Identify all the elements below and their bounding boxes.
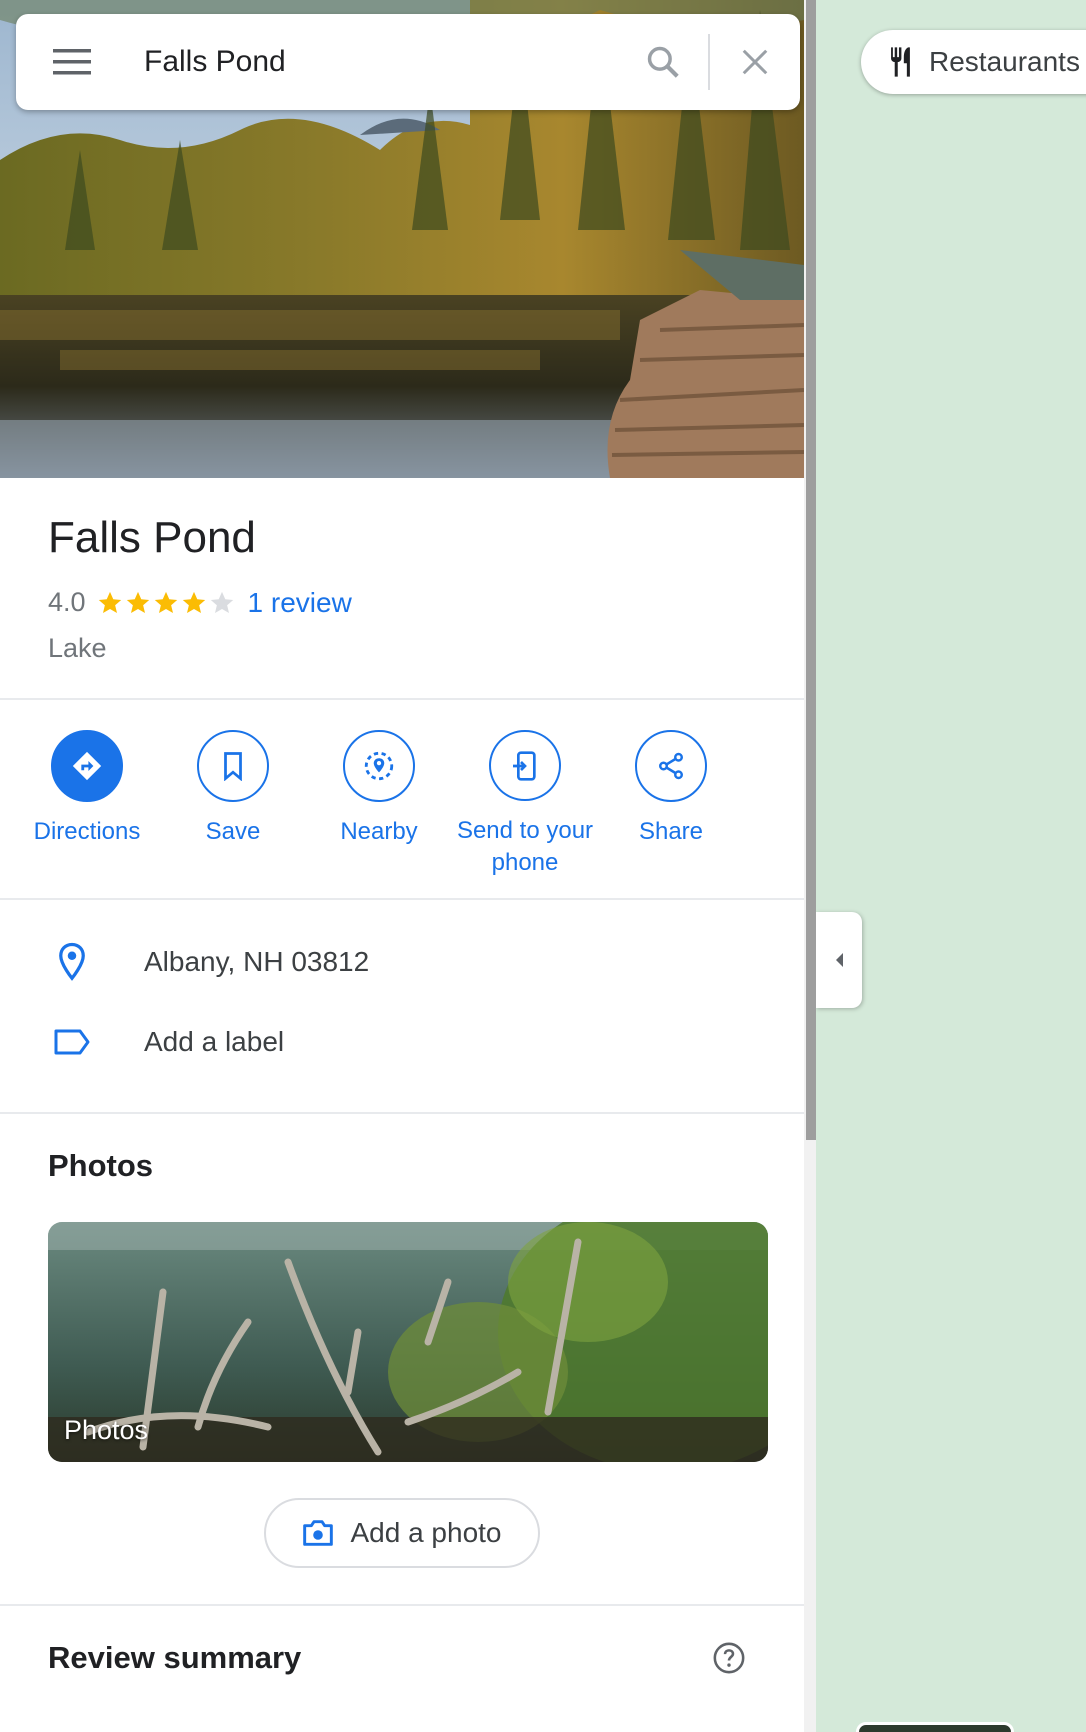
nearby-button[interactable]: Nearby <box>306 729 452 878</box>
search-button[interactable] <box>618 14 708 110</box>
nearby-icon <box>364 751 394 780</box>
clear-search-button[interactable] <box>710 14 800 110</box>
star-filled-icon <box>98 591 121 613</box>
directions-button[interactable]: Directions <box>14 729 160 878</box>
star-empty-icon <box>210 591 233 613</box>
camera-icon <box>303 1519 334 1546</box>
star-filled-icon <box>154 591 177 613</box>
help-icon[interactable] <box>712 1641 746 1675</box>
address-text: Albany, NH 03812 <box>144 945 370 977</box>
collapse-panel-button[interactable] <box>816 912 862 1008</box>
chevron-left-icon <box>836 953 843 967</box>
search-icon <box>647 46 679 78</box>
send-to-phone-icon <box>513 750 536 781</box>
map-thumbnail[interactable] <box>856 1722 1014 1732</box>
star-rating <box>96 589 236 617</box>
nearby-label: Nearby <box>340 817 418 845</box>
place-header: Falls Pond 4.0 1 review Lake <box>0 478 804 700</box>
add-label-text: Add a label <box>144 1025 285 1057</box>
send-to-phone-circle <box>489 729 561 802</box>
place-panel: Falls Pond 4.0 1 review Lake Directions <box>0 0 804 1732</box>
restaurant-icon <box>891 47 910 77</box>
rating-value: 4.0 <box>48 587 86 618</box>
share-button[interactable]: Share <box>598 729 744 878</box>
hamburger-menu-icon <box>53 49 91 75</box>
review-summary-title: Review summary <box>48 1639 302 1675</box>
add-label-row[interactable]: Add a label <box>0 1002 804 1082</box>
place-category: Lake <box>48 632 107 663</box>
add-photo-label: Add a photo <box>350 1516 502 1548</box>
reviews-link[interactable]: 1 review <box>248 587 352 619</box>
place-title: Falls Pond <box>48 513 256 562</box>
restaurants-chip-label: Restaurants <box>929 46 1080 77</box>
photos-card-caption: Photos <box>64 1414 149 1445</box>
bookmark-icon <box>224 751 242 781</box>
panel-scrollbar[interactable] <box>804 0 816 1732</box>
nearby-circle <box>343 729 415 802</box>
location-pin-icon <box>59 942 85 981</box>
directions-icon <box>72 751 102 780</box>
photos-card[interactable]: Photos <box>48 1221 768 1462</box>
hero-photo[interactable] <box>0 0 804 478</box>
action-bar: Directions Save Nearby Send to your phon… <box>0 700 804 900</box>
close-icon <box>742 49 768 75</box>
save-circle <box>197 729 269 802</box>
save-button[interactable]: Save <box>160 729 306 878</box>
search-box <box>16 14 800 110</box>
add-photo-button[interactable]: Add a photo <box>264 1497 540 1568</box>
restaurants-chip[interactable]: Restaurants <box>861 30 1086 94</box>
review-summary-section: Review summary <box>0 1606 804 1710</box>
share-label: Share <box>638 817 704 845</box>
photos-section: Photos Photos Add a photo <box>0 1114 804 1606</box>
label-icon <box>54 1029 90 1055</box>
share-circle <box>635 729 707 802</box>
save-label: Save <box>205 817 261 845</box>
search-input[interactable] <box>128 45 618 79</box>
send-to-phone-button[interactable]: Send to your phone <box>452 729 598 878</box>
star-filled-icon <box>182 591 205 613</box>
directions-circle <box>51 729 123 802</box>
map-canvas[interactable] <box>816 0 1086 1732</box>
place-details: Albany, NH 03812 Add a label <box>0 900 804 1114</box>
address-row[interactable]: Albany, NH 03812 <box>0 922 804 1002</box>
menu-button[interactable] <box>16 14 128 110</box>
directions-label: Directions <box>33 817 141 845</box>
scrollbar-thumb[interactable] <box>806 0 816 1140</box>
star-filled-icon <box>126 591 149 613</box>
share-icon <box>659 752 683 780</box>
rating-row: 4.0 1 review <box>48 587 756 619</box>
send-to-phone-label: Send to your phone <box>456 817 594 876</box>
photos-title: Photos <box>48 1147 154 1183</box>
